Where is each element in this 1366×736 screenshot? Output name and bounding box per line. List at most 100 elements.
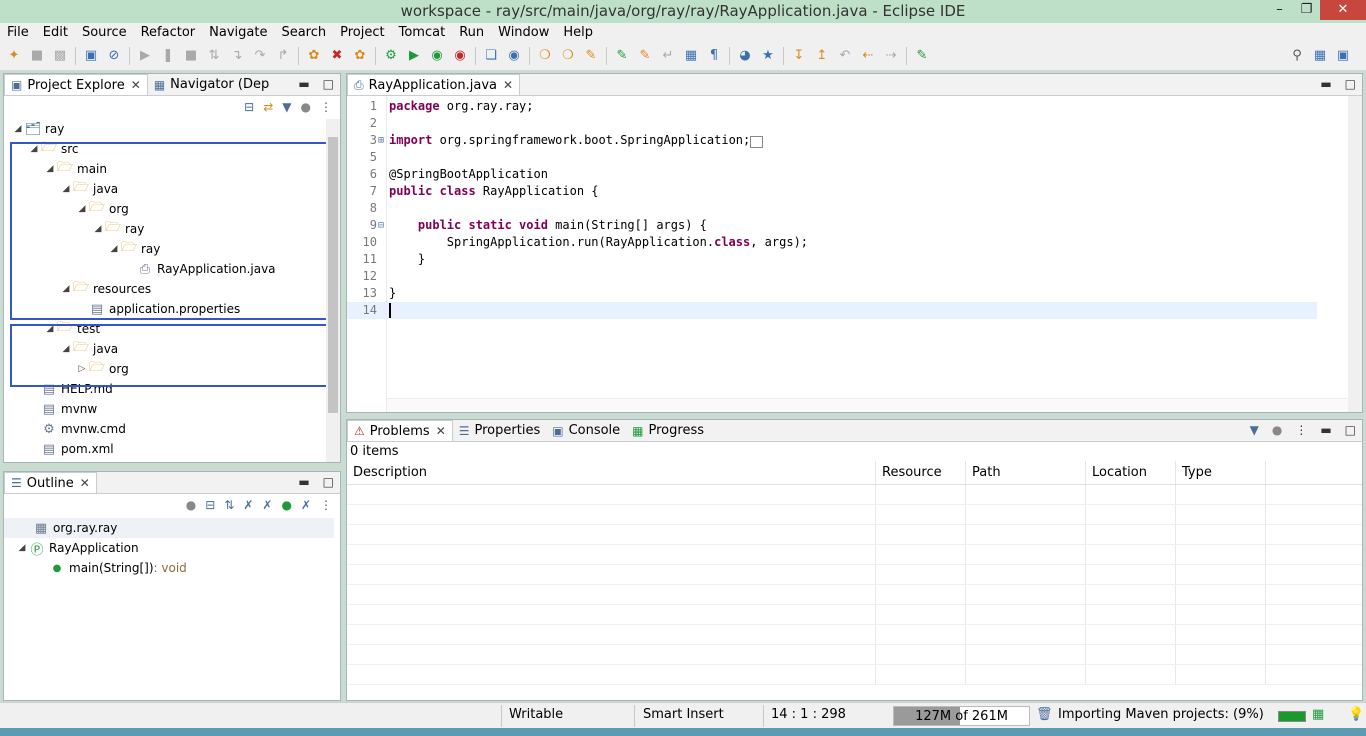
close-icon[interactable]: ✕: [503, 78, 513, 92]
search-icon[interactable]: ⚲: [1289, 48, 1305, 64]
expand-icon[interactable]: ◢: [60, 184, 72, 194]
new-class-icon[interactable]: ◉: [506, 48, 522, 64]
tab-console[interactable]: ▣ Console: [546, 420, 626, 441]
menu-navigate[interactable]: Navigate: [209, 25, 267, 40]
code-line[interactable]: 8: [347, 200, 1317, 217]
code-line[interactable]: 1 package org.ray.ray;: [347, 98, 1317, 115]
menu-help[interactable]: Help: [563, 25, 593, 40]
hide-static-icon[interactable]: ✗: [262, 498, 272, 512]
maximize-view-icon[interactable]: □: [1345, 423, 1356, 437]
expand-icon[interactable]: ◢: [92, 224, 104, 234]
expand-icon[interactable]: ◢: [60, 344, 72, 354]
menu-source[interactable]: Source: [82, 25, 127, 40]
external-tools-icon[interactable]: ◉: [452, 48, 468, 64]
hide-fields-icon[interactable]: ✗: [243, 498, 253, 512]
expand-icon[interactable]: ◢: [12, 124, 24, 134]
tab-progress[interactable]: ▦ Progress: [626, 420, 710, 441]
filter-icon[interactable]: ▼: [1250, 423, 1259, 437]
menu-project[interactable]: Project: [340, 25, 384, 40]
tomcat-start-icon[interactable]: ✿: [306, 48, 322, 64]
code-line[interactable]: 13}: [347, 285, 1317, 302]
menu-run[interactable]: Run: [459, 25, 484, 40]
minimize-button[interactable]: –: [1266, 0, 1293, 20]
tree-item-ray-subpkg[interactable]: ◢ 🗁 ray: [4, 239, 326, 259]
tomcat-restart-icon[interactable]: ✿: [352, 48, 368, 64]
tree-item-rayapplication-java[interactable]: ⎙ RayApplication.java: [4, 259, 326, 279]
focus-icon[interactable]: ●: [301, 100, 311, 114]
restore-button[interactable]: ❐: [1293, 0, 1320, 20]
perspective-icon[interactable]: ▦: [1312, 48, 1328, 64]
code-line[interactable]: 3 ⊞ import org.springframework.boot.Spring…: [347, 132, 1317, 149]
maximize-view-icon[interactable]: □: [323, 475, 334, 489]
close-icon[interactable]: ✕: [131, 78, 141, 92]
tab-properties[interactable]: ☰ Properties: [453, 420, 546, 441]
minimize-view-icon[interactable]: ▬: [298, 475, 309, 489]
collapse-icon[interactable]: ▷: [76, 364, 88, 374]
outline-item-class[interactable]: ◢ Ⓟ RayApplication: [4, 538, 334, 558]
focus-icon[interactable]: ●: [1272, 423, 1282, 437]
maximize-view-icon[interactable]: □: [1345, 77, 1356, 91]
tree-item-test-java[interactable]: ◢ 🗁 java: [4, 339, 326, 359]
collapse-all-icon[interactable]: ⊟: [244, 100, 254, 114]
globe-icon[interactable]: ◕: [737, 48, 753, 64]
tree-item-test[interactable]: ◢ 🗁 test: [4, 319, 326, 339]
maximize-view-icon[interactable]: □: [323, 77, 334, 91]
project-explorer-scrollbar[interactable]: [326, 119, 340, 462]
collapse-all-icon[interactable]: ⊟: [205, 498, 215, 512]
menu-tomcat[interactable]: Tomcat: [399, 25, 446, 40]
tree-item-application-properties[interactable]: ▤ application.properties: [4, 299, 326, 319]
open-type-icon[interactable]: ❍: [537, 48, 553, 64]
column-location[interactable]: Location: [1086, 461, 1176, 484]
outline-item-package[interactable]: ▦ org.ray.ray: [4, 518, 334, 538]
expand-icon[interactable]: ◢: [28, 144, 40, 154]
last-edit-icon[interactable]: ↶: [837, 48, 853, 64]
code-editor[interactable]: 1 package org.ray.ray; 2 3 ⊞ import org.spr…: [347, 96, 1362, 412]
code-line[interactable]: 5: [347, 149, 1317, 166]
tree-item-ray-pkg[interactable]: ◢ 🗁 ray: [4, 219, 326, 239]
previous-annotation-icon[interactable]: ↥: [814, 48, 830, 64]
tip-icon[interactable]: 💡: [1348, 707, 1364, 722]
scrollbar-thumb[interactable]: [328, 137, 338, 413]
hide-nonpublic-icon[interactable]: ●: [281, 498, 291, 512]
code-line-current[interactable]: 14: [347, 302, 1317, 319]
code-line[interactable]: 11 }: [347, 251, 1317, 268]
close-icon[interactable]: ✕: [80, 476, 90, 490]
hide-local-types-icon[interactable]: ✗: [301, 498, 311, 512]
tree-item-mvnw-cmd[interactable]: ⚙ mvnw.cmd: [4, 419, 326, 439]
column-resource[interactable]: Resource: [876, 461, 966, 484]
fold-expand-icon[interactable]: ⊞: [378, 132, 384, 149]
tab-problems[interactable]: ⚠ Problems ✕: [347, 420, 453, 441]
trash-icon[interactable]: 🗑: [1036, 707, 1053, 722]
view-menu-icon[interactable]: ⋮: [320, 498, 332, 512]
disconnect-icon[interactable]: ⇅: [206, 48, 222, 64]
resume-icon[interactable]: ▶: [137, 48, 153, 64]
word-wrap-icon[interactable]: ↵: [660, 48, 676, 64]
save-all-icon[interactable]: ▩: [52, 48, 68, 64]
step-return-icon[interactable]: ↱: [275, 48, 291, 64]
coverage-icon[interactable]: ◉: [429, 48, 445, 64]
tree-item-org[interactable]: ◢ 🗁 org: [4, 199, 326, 219]
step-over-icon[interactable]: ↷: [252, 48, 268, 64]
status-task[interactable]: Importing Maven projects: (9%): [1058, 707, 1264, 722]
code-line[interactable]: 12: [347, 268, 1317, 285]
heap-status[interactable]: 127M of 261M: [893, 706, 1030, 726]
annotation-icon[interactable]: ✎: [614, 48, 630, 64]
tree-item-java[interactable]: ◢ 🗁 java: [4, 179, 326, 199]
tomcat-stop-icon[interactable]: ✖: [329, 48, 345, 64]
code-line[interactable]: 9 ⊟ public static void main(String[] args…: [347, 217, 1317, 234]
editor-vscrollbar[interactable]: [1348, 96, 1362, 412]
new-java-project-icon[interactable]: ❏: [483, 48, 499, 64]
open-task-icon[interactable]: ❍: [560, 48, 576, 64]
pin-icon[interactable]: ★: [760, 48, 776, 64]
progress-view-icon[interactable]: ▦: [1312, 707, 1324, 722]
next-annotation-icon[interactable]: ↧: [791, 48, 807, 64]
terminal-icon[interactable]: ▣: [83, 48, 99, 64]
sort-icon[interactable]: ⇅: [224, 498, 234, 512]
tab-navigator[interactable]: ▦ Navigator (Dep: [148, 74, 275, 95]
tree-item-ray[interactable]: ◢ 🗂 ray: [4, 119, 326, 139]
expand-icon[interactable]: ◢: [76, 204, 88, 214]
tab-rayapplication-java[interactable]: ⎙ RayApplication.java ✕: [347, 74, 521, 95]
save-icon[interactable]: ■: [29, 48, 45, 64]
column-type[interactable]: Type: [1176, 461, 1266, 484]
minimize-view-icon[interactable]: ▬: [1320, 77, 1331, 91]
